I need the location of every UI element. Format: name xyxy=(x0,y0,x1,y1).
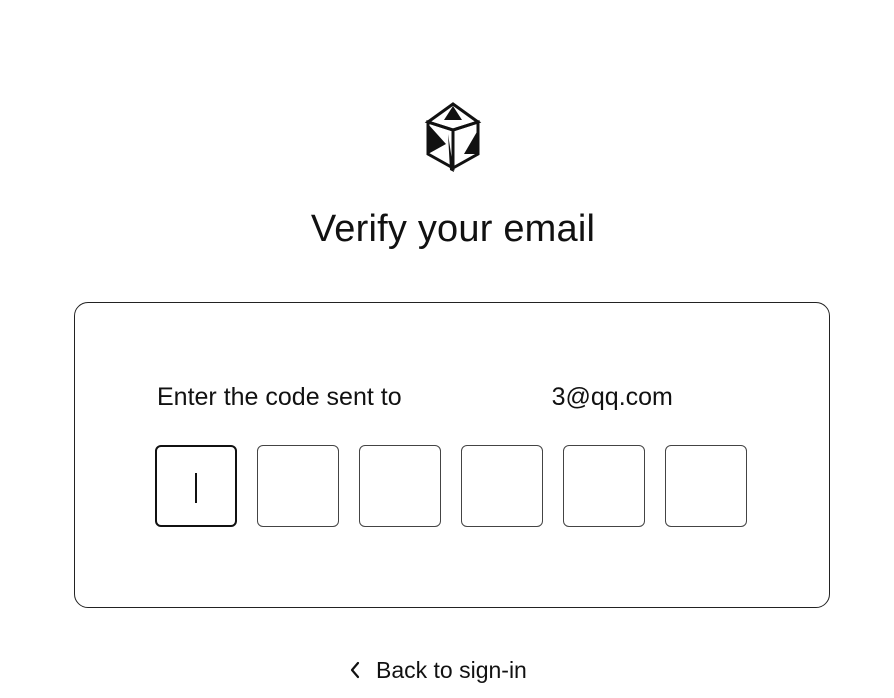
otp-digit-3[interactable] xyxy=(359,445,441,527)
otp-digit-6[interactable] xyxy=(665,445,747,527)
text-caret xyxy=(195,473,197,503)
verification-card: Enter the code sent to 3@qq.com xyxy=(74,302,830,608)
code-sent-prompt: Enter the code sent to 3@qq.com xyxy=(157,383,673,415)
cube-logo-icon xyxy=(424,102,482,172)
verify-email-page: Verify your email Enter the code sent to… xyxy=(0,0,894,698)
prompt-prefix: Enter the code sent to xyxy=(157,383,402,411)
otp-digit-2[interactable] xyxy=(257,445,339,527)
otp-digit-1[interactable] xyxy=(155,445,237,527)
chevron-left-icon xyxy=(350,661,360,679)
back-link-label: Back to sign-in xyxy=(376,656,527,683)
email-redacted xyxy=(401,384,552,413)
email-address: 3@qq.com xyxy=(551,383,673,411)
back-to-sign-in-link[interactable]: Back to sign-in xyxy=(348,654,527,686)
otp-digit-5[interactable] xyxy=(563,445,645,527)
otp-digit-4[interactable] xyxy=(461,445,543,527)
otp-input-group xyxy=(155,445,747,527)
page-title: Verify your email xyxy=(310,208,596,250)
